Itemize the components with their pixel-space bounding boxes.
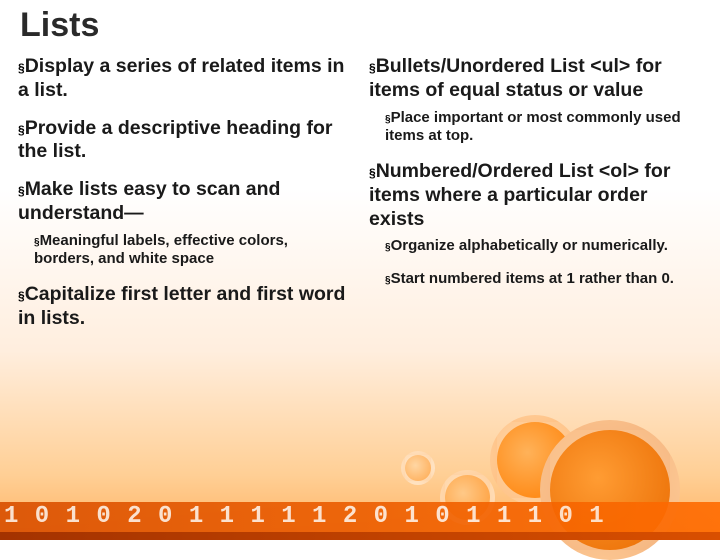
bullet-marker: § — [369, 61, 376, 75]
sub-bullet-text: Organize alphabetically or numerically. — [391, 237, 668, 254]
deco-circle — [540, 420, 680, 560]
bullet-text: Make lists easy to scan and understand— — [18, 178, 280, 224]
deco-digits: 1 0 1 0 2 0 1 1 1 1 1 2 0 1 0 1 1 1 0 1 — [0, 502, 720, 532]
sub-bullet-text: Meaningful labels, effective colors, bor… — [34, 232, 288, 268]
background-decoration: 1 0 1 0 2 0 1 1 1 1 1 2 0 1 0 1 1 1 0 1 — [0, 400, 720, 540]
bullet-text: Provide a descriptive heading for the li… — [18, 117, 332, 163]
bullet-marker: § — [18, 289, 25, 303]
bullet-item: §Bullets/Unordered List <ul> for items o… — [369, 55, 702, 146]
bullet-marker: § — [18, 61, 25, 75]
bullet-item: §Display a series of related items in a … — [18, 55, 351, 103]
deco-circle — [440, 470, 495, 525]
bullet-marker: § — [18, 123, 25, 137]
bullet-text: Capitalize first letter and first word i… — [18, 283, 345, 329]
slide-title: Lists — [0, 0, 720, 55]
sub-bullet-text: Place important or most commonly used it… — [385, 109, 681, 145]
left-column: §Display a series of related items in a … — [18, 55, 351, 345]
bullet-item: §Capitalize first letter and first word … — [18, 283, 351, 331]
sub-bullet-item: §Meaningful labels, effective colors, bo… — [34, 232, 351, 270]
deco-circle — [490, 415, 580, 505]
bullet-marker: § — [369, 166, 376, 180]
bullet-marker: § — [18, 184, 25, 198]
sub-bullet-item: §Place important or most commonly used i… — [385, 109, 702, 147]
sub-bullet-text: Start numbered items at 1 rather than 0. — [391, 270, 674, 287]
sub-bullet-item: §Organize alphabetically or numerically. — [385, 237, 702, 256]
bullet-item: §Numbered/Ordered List <ol> for items wh… — [369, 160, 702, 289]
bullet-item: §Provide a descriptive heading for the l… — [18, 117, 351, 165]
bullet-item: §Make lists easy to scan and understand—… — [18, 178, 351, 269]
bullet-text: Display a series of related items in a l… — [18, 55, 344, 101]
bullet-text: Bullets/Unordered List <ul> for items of… — [369, 55, 662, 101]
content-columns: §Display a series of related items in a … — [0, 55, 720, 345]
deco-thin-band — [0, 532, 720, 540]
deco-digit-band: 1 0 1 0 2 0 1 1 1 1 1 2 0 1 0 1 1 1 0 1 — [0, 502, 720, 532]
right-column: §Bullets/Unordered List <ul> for items o… — [369, 55, 702, 345]
deco-circle — [401, 451, 435, 485]
bullet-text: Numbered/Ordered List <ol> for items whe… — [369, 160, 670, 230]
sub-bullet-item: §Start numbered items at 1 rather than 0… — [385, 270, 702, 289]
